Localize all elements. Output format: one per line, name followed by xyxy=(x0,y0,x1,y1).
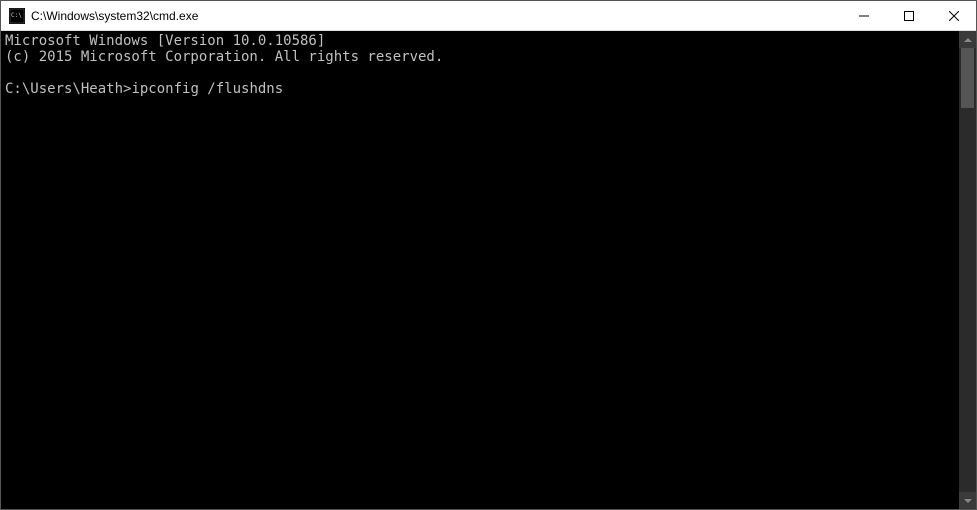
vertical-scrollbar[interactable] xyxy=(959,31,976,509)
scrollbar-thumb[interactable] xyxy=(961,48,974,108)
console-line: (c) 2015 Microsoft Corporation. All righ… xyxy=(5,49,443,65)
close-button[interactable] xyxy=(931,1,976,30)
cmd-icon: C:\ xyxy=(9,8,25,24)
svg-text:C:\: C:\ xyxy=(11,12,22,19)
scrollbar-up-button[interactable] xyxy=(959,31,976,48)
cmd-window: C:\ C:\Windows\system32\cmd.exe Microsof… xyxy=(0,0,977,510)
titlebar[interactable]: C:\ C:\Windows\system32\cmd.exe xyxy=(1,1,976,31)
minimize-button[interactable] xyxy=(841,1,886,30)
window-title: C:\Windows\system32\cmd.exe xyxy=(31,9,841,23)
console-area: Microsoft Windows [Version 10.0.10586] (… xyxy=(1,31,976,509)
scrollbar-down-button[interactable] xyxy=(959,492,976,509)
console-line: Microsoft Windows [Version 10.0.10586] xyxy=(5,33,325,49)
prompt: C:\Users\Heath> xyxy=(5,81,131,97)
console-output[interactable]: Microsoft Windows [Version 10.0.10586] (… xyxy=(1,31,959,509)
maximize-button[interactable] xyxy=(886,1,931,30)
command-input[interactable]: ipconfig /flushdns xyxy=(131,81,283,97)
window-controls xyxy=(841,1,976,30)
